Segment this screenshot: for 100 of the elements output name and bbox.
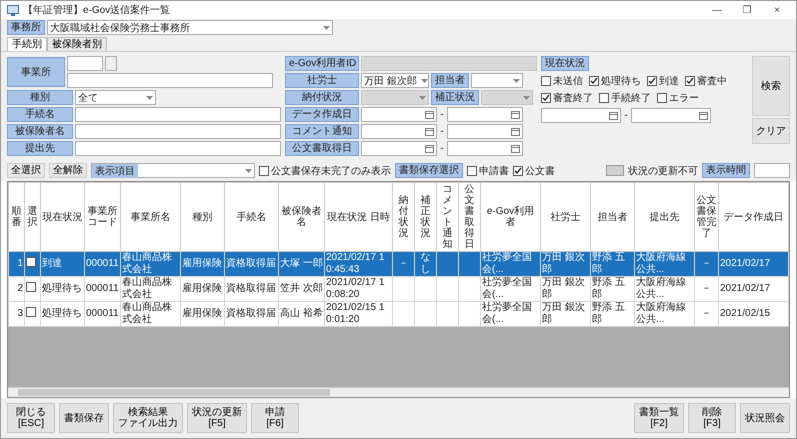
legend-swatch: [606, 165, 624, 176]
date-field[interactable]: [631, 108, 711, 123]
status-checkbox[interactable]: 未送信: [541, 74, 583, 88]
status-checkbox[interactable]: 手続終了: [599, 91, 651, 105]
column-header[interactable]: 手続名: [226, 212, 277, 222]
date-field[interactable]: [361, 107, 437, 122]
clear-button[interactable]: クリア: [752, 118, 790, 144]
date-field[interactable]: [361, 124, 437, 139]
dropdown-caret-icon: [513, 78, 520, 82]
window-control[interactable]: ×: [764, 4, 790, 16]
table-cell: 資格取得届: [226, 308, 276, 319]
dropdown-caret-icon: [523, 96, 530, 100]
calendar-icon[interactable]: [609, 112, 618, 120]
footer-button[interactable]: 書類保存: [59, 403, 109, 433]
date-field[interactable]: [361, 141, 437, 156]
column-header[interactable]: 社労士: [542, 212, 589, 222]
table-cell: 春山商品株式会社: [122, 277, 172, 300]
window-control[interactable]: ❐: [734, 4, 760, 16]
office-name-field[interactable]: [67, 73, 273, 88]
dropdown-field[interactable]: [471, 73, 523, 88]
field-label: 被保険者名: [7, 124, 73, 139]
table-cell: 2021/02/17: [720, 258, 770, 269]
date-field[interactable]: [541, 108, 621, 123]
tab[interactable]: 手続別: [7, 37, 47, 51]
table-cell: 大阪府海線公共...: [636, 277, 686, 300]
status-checkbox[interactable]: 審査終了: [541, 91, 593, 105]
column-header[interactable]: 現在状況: [42, 212, 83, 222]
footer-button[interactable]: 削除 [F3]: [688, 403, 736, 433]
field-label: 提出先: [7, 141, 73, 156]
interval-field[interactable]: [754, 163, 790, 178]
column-header[interactable]: 担当者: [592, 212, 633, 222]
office-code-field[interactable]: [67, 56, 103, 71]
columns-dropdown[interactable]: 表示項目: [91, 163, 255, 178]
date-field[interactable]: [447, 141, 523, 156]
type-dropdown[interactable]: 全て: [75, 90, 156, 105]
dropdown-field[interactable]: [481, 90, 533, 105]
status-checkbox[interactable]: 審査中: [685, 74, 727, 88]
calendar-icon[interactable]: [511, 110, 520, 118]
row-checkbox[interactable]: [26, 257, 36, 267]
footer-button[interactable]: 閉じる [ESC]: [7, 403, 55, 433]
doc-save-label: 書類保存選択: [395, 163, 463, 178]
footer-button[interactable]: 状況の更新 [F5]: [187, 403, 247, 433]
field-label: 担当者: [431, 73, 469, 88]
footer-button[interactable]: 申請 [F6]: [251, 403, 299, 433]
column-header[interactable]: 現在状況 日時: [326, 212, 391, 222]
calendar-icon[interactable]: [425, 128, 434, 136]
status-checkbox[interactable]: 到達: [647, 74, 679, 88]
table-cell: 2: [17, 283, 23, 294]
footer-button[interactable]: 検索結果 ファイル出力: [113, 403, 183, 433]
table-cell: 春山商品株式会社: [122, 302, 172, 325]
window-control[interactable]: —: [704, 4, 730, 16]
field-label: 事業所: [7, 57, 65, 87]
window-title: 【年証管理】e-Gov送信案件一覧: [23, 4, 170, 17]
deselect-all-button[interactable]: 全解除: [49, 163, 87, 178]
document-checkbox[interactable]: 公文書: [513, 164, 555, 178]
input-field[interactable]: [75, 107, 281, 122]
tab[interactable]: 被保険者別: [47, 37, 107, 51]
column-header[interactable]: コメント通知: [438, 184, 457, 250]
input-field[interactable]: [75, 124, 281, 139]
table-cell: 大阪府海線公共...: [636, 252, 686, 275]
field-label: 公文書取得日: [285, 141, 359, 156]
column-header[interactable]: 公文書取得日: [460, 184, 479, 250]
status-checkbox[interactable]: エラー: [657, 91, 699, 105]
row-checkbox[interactable]: [26, 307, 36, 317]
range-separator: -: [439, 126, 445, 137]
calendar-icon[interactable]: [425, 110, 434, 118]
column-header[interactable]: 提出先: [636, 212, 693, 222]
status-checkbox[interactable]: 処理待ち: [589, 74, 641, 88]
column-header[interactable]: データ作成日: [720, 212, 787, 222]
search-button[interactable]: 検索: [752, 56, 790, 116]
dropdown-caret-icon: [419, 96, 426, 100]
window-icon: [7, 4, 19, 16]
calendar-icon[interactable]: [511, 128, 520, 136]
column-header[interactable]: 種別: [182, 212, 223, 222]
horizontal-scrollbar[interactable]: [8, 387, 789, 397]
date-field[interactable]: [447, 107, 523, 122]
input-field[interactable]: [75, 141, 281, 156]
calendar-icon[interactable]: [699, 112, 708, 120]
dropdown-caret-icon: [245, 168, 252, 172]
calendar-icon[interactable]: [425, 144, 434, 152]
table-cell: －: [702, 283, 712, 294]
field-label: 種別: [7, 90, 73, 105]
column-header[interactable]: 事業所名: [122, 212, 179, 222]
table-cell: 万田 銀次郎: [542, 277, 585, 300]
table-cell: 大阪府海線公共...: [636, 302, 686, 325]
calendar-icon[interactable]: [511, 144, 520, 152]
row-checkbox[interactable]: [26, 282, 36, 292]
dropdown-field[interactable]: 万田 銀次郎: [361, 73, 429, 88]
range-separator: -: [439, 109, 445, 120]
footer-button[interactable]: 状況照会: [740, 403, 790, 433]
office-dropdown[interactable]: 大阪職域社会保険労務士事務所: [47, 20, 333, 35]
checkmark-icon: [648, 77, 656, 85]
footer-button[interactable]: 書類一覧 [F2]: [634, 403, 684, 433]
unsaved-only-checkbox[interactable]: 公文書保存未完了のみ表示: [259, 164, 391, 178]
legend-text: 状況の更新不可: [628, 164, 698, 178]
table-cell: なし: [420, 252, 430, 275]
select-all-button[interactable]: 全選択: [7, 163, 45, 178]
table-cell: 1: [17, 258, 23, 269]
date-field[interactable]: [447, 124, 523, 139]
document-checkbox[interactable]: 申請書: [467, 164, 509, 178]
